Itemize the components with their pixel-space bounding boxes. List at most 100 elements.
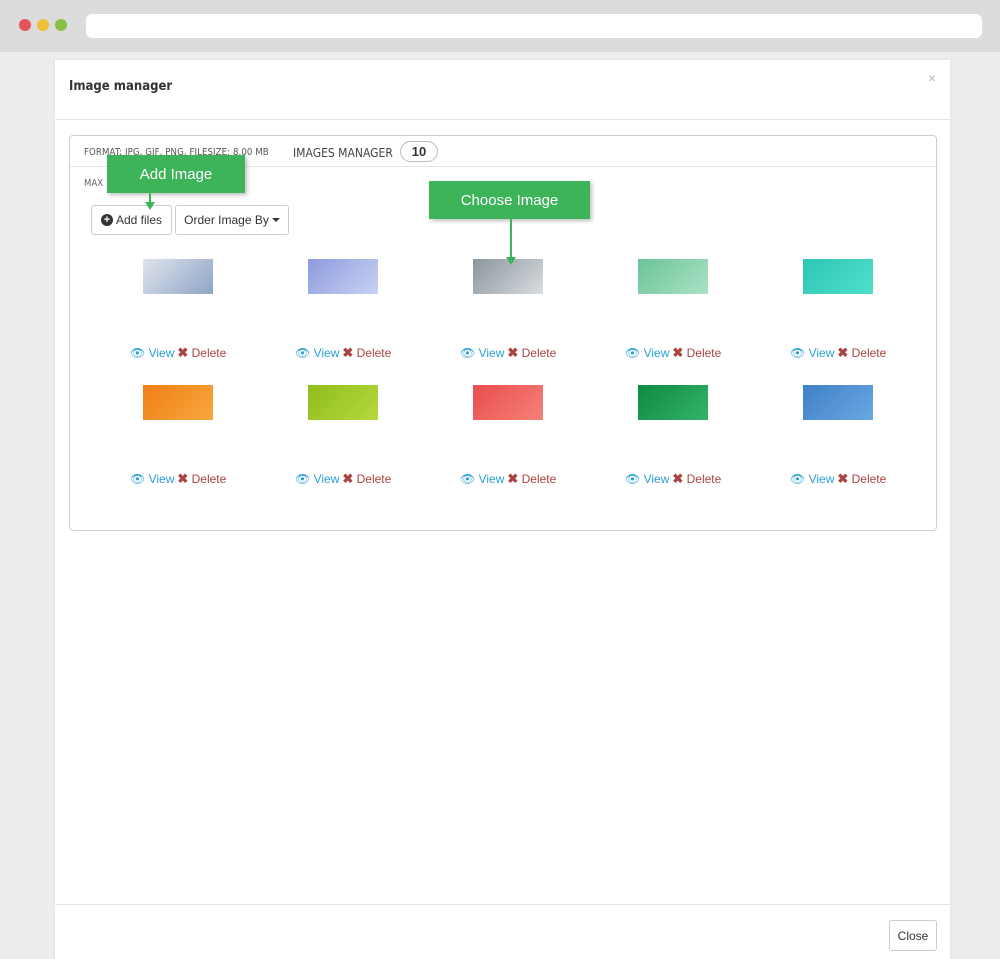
close-icon[interactable]: ×	[928, 70, 936, 86]
image-actions: 👁︎ View ✖ Delete	[130, 471, 226, 487]
view-label: View	[478, 472, 505, 486]
view-link[interactable]: 👁︎ View	[790, 346, 834, 360]
delete-link[interactable]: ✖ Delete	[837, 471, 887, 486]
delete-label: Delete	[356, 346, 392, 360]
delete-x-icon: ✖	[837, 345, 849, 360]
image-thumbnail-brochure-mockup[interactable]	[143, 259, 213, 294]
image-actions: 👁︎ View ✖ Delete	[625, 471, 721, 487]
choose-image-callout: Choose Image	[429, 181, 590, 219]
view-label: View	[808, 472, 835, 486]
view-link[interactable]: 👁︎ View	[460, 472, 504, 486]
image-thumbnail-keyboard-mockup[interactable]	[638, 259, 708, 294]
view-link[interactable]: 👁︎ View	[295, 472, 339, 486]
image-thumbnail-green-banner[interactable]	[638, 385, 708, 420]
eye-icon: 👁︎	[625, 472, 641, 486]
window-maximize-dot[interactable]	[55, 19, 67, 31]
browser-chrome	[0, 0, 1000, 52]
image-thumbnail-lime-banner[interactable]	[308, 385, 378, 420]
view-link[interactable]: 👁︎ View	[295, 346, 339, 360]
delete-link[interactable]: ✖ Delete	[672, 471, 722, 486]
delete-link[interactable]: ✖ Delete	[672, 345, 722, 360]
view-link[interactable]: 👁︎ View	[625, 346, 669, 360]
delete-x-icon: ✖	[342, 471, 354, 486]
window-minimize-dot[interactable]	[37, 19, 49, 31]
view-label: View	[313, 472, 340, 486]
delete-label: Delete	[191, 472, 227, 486]
image-thumbnail-teal-banner[interactable]	[803, 259, 873, 294]
plus-circle-icon: +	[100, 214, 113, 226]
order-image-label: Order Image By	[184, 213, 269, 227]
window-close-dot[interactable]	[19, 19, 31, 31]
address-bar[interactable]	[86, 14, 982, 38]
image-actions: 👁︎ View ✖ Delete	[790, 345, 886, 361]
image-actions: 👁︎ View ✖ Delete	[295, 345, 391, 361]
image-actions: 👁︎ View ✖ Delete	[625, 345, 721, 361]
view-label: View	[148, 472, 175, 486]
view-label: View	[313, 346, 340, 360]
eye-icon: 👁︎	[130, 346, 146, 360]
image-actions: 👁︎ View ✖ Delete	[295, 471, 391, 487]
delete-label: Delete	[686, 346, 722, 360]
eye-icon: 👁︎	[295, 472, 311, 486]
close-button[interactable]: Close	[889, 920, 937, 951]
image-actions: 👁︎ View ✖ Delete	[790, 471, 886, 487]
delete-link[interactable]: ✖ Delete	[342, 345, 392, 360]
delete-x-icon: ✖	[177, 345, 189, 360]
view-label: View	[643, 346, 670, 360]
eye-icon: 👁︎	[790, 346, 806, 360]
delete-x-icon: ✖	[837, 471, 849, 486]
delete-label: Delete	[521, 346, 557, 360]
image-thumbnail-orange-banner[interactable]	[143, 385, 213, 420]
image-actions: 👁︎ View ✖ Delete	[460, 345, 556, 361]
view-link[interactable]: 👁︎ View	[130, 472, 174, 486]
delete-x-icon: ✖	[672, 471, 684, 486]
modal-header: Image manager ×	[55, 60, 950, 120]
view-link[interactable]: 👁︎ View	[460, 346, 504, 360]
delete-link[interactable]: ✖ Delete	[507, 471, 557, 486]
delete-label: Delete	[521, 472, 557, 486]
image-actions: 👁︎ View ✖ Delete	[130, 345, 226, 361]
image-actions: 👁︎ View ✖ Delete	[460, 471, 556, 487]
eye-icon: 👁︎	[460, 346, 476, 360]
eye-icon: 👁︎	[625, 346, 641, 360]
delete-link[interactable]: ✖ Delete	[837, 345, 887, 360]
image-thumbnail-stationery-mockup[interactable]	[308, 259, 378, 294]
delete-x-icon: ✖	[177, 471, 189, 486]
view-label: View	[148, 346, 175, 360]
view-label: View	[478, 346, 505, 360]
image-thumbnail-red-banner[interactable]	[473, 385, 543, 420]
eye-icon: 👁︎	[130, 472, 146, 486]
eye-icon: 👁︎	[790, 472, 806, 486]
eye-icon: 👁︎	[295, 346, 311, 360]
delete-label: Delete	[686, 472, 722, 486]
delete-x-icon: ✖	[342, 345, 354, 360]
choose-image-arrow-line	[510, 219, 512, 258]
view-link[interactable]: 👁︎ View	[625, 472, 669, 486]
order-image-dropdown[interactable]: Order Image By	[175, 205, 289, 235]
image-thumbnail-blue-banner[interactable]	[803, 385, 873, 420]
view-link[interactable]: 👁︎ View	[130, 346, 174, 360]
delete-label: Delete	[851, 346, 887, 360]
view-link[interactable]: 👁︎ View	[790, 472, 834, 486]
delete-link[interactable]: ✖ Delete	[177, 471, 227, 486]
modal-footer: Close	[55, 904, 950, 959]
add-image-callout: Add Image	[107, 155, 245, 193]
delete-link[interactable]: ✖ Delete	[507, 345, 557, 360]
delete-x-icon: ✖	[672, 345, 684, 360]
delete-label: Delete	[851, 472, 887, 486]
delete-x-icon: ✖	[507, 471, 519, 486]
view-label: View	[643, 472, 670, 486]
delete-x-icon: ✖	[507, 345, 519, 360]
delete-link[interactable]: ✖ Delete	[177, 345, 227, 360]
image-count-badge: 10	[400, 141, 438, 162]
add-files-button[interactable]: + Add files	[91, 205, 172, 235]
add-files-label: Add files	[115, 213, 163, 227]
choose-image-arrow-head	[506, 257, 516, 265]
delete-link[interactable]: ✖ Delete	[342, 471, 391, 486]
modal-title: Image manager	[69, 79, 173, 94]
images-manager-title: IMAGES MANAGER	[293, 146, 393, 160]
add-image-arrow-head	[145, 202, 155, 210]
eye-icon: 👁︎	[460, 472, 476, 486]
delete-label: Delete	[191, 346, 227, 360]
caret-down-icon	[271, 218, 280, 222]
